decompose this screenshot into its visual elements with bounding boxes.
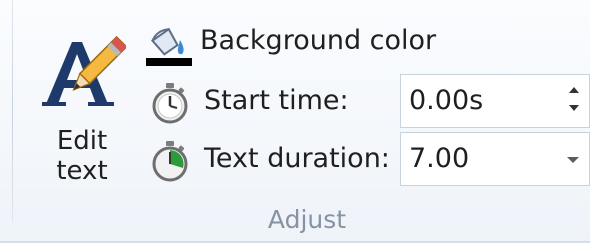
spin-down-icon[interactable] <box>569 105 579 111</box>
start-time-label: Start time: <box>204 85 349 116</box>
color-swatch <box>146 58 192 66</box>
text-duration-dropdown[interactable]: 7.00 <box>400 132 590 186</box>
spin-up-icon[interactable] <box>569 87 579 93</box>
group-separator <box>12 0 13 222</box>
edit-text-icon <box>42 35 126 106</box>
edit-text-label: Edit text <box>56 126 108 186</box>
chevron-down-icon[interactable] <box>567 157 579 163</box>
edit-text-button[interactable]: Edit text <box>30 10 138 192</box>
stopwatch-play-icon <box>152 141 188 182</box>
text-duration-value[interactable]: 7.00 <box>409 143 469 175</box>
start-time-value[interactable]: 0.00s <box>409 85 483 117</box>
start-time-stepper[interactable]: 0.00s <box>400 74 590 128</box>
stopwatch-icon <box>152 83 188 124</box>
group-label-text: Adjust <box>267 205 347 234</box>
group-label: Adjust <box>0 204 590 236</box>
background-color-button[interactable]: Background color <box>146 18 590 70</box>
adjust-ribbon-group: Edit text Background color Start time: 0… <box>0 0 590 243</box>
fill-bucket-icon <box>146 27 192 66</box>
background-color-label: Background color <box>200 25 437 56</box>
text-duration-label: Text duration: <box>204 143 390 174</box>
